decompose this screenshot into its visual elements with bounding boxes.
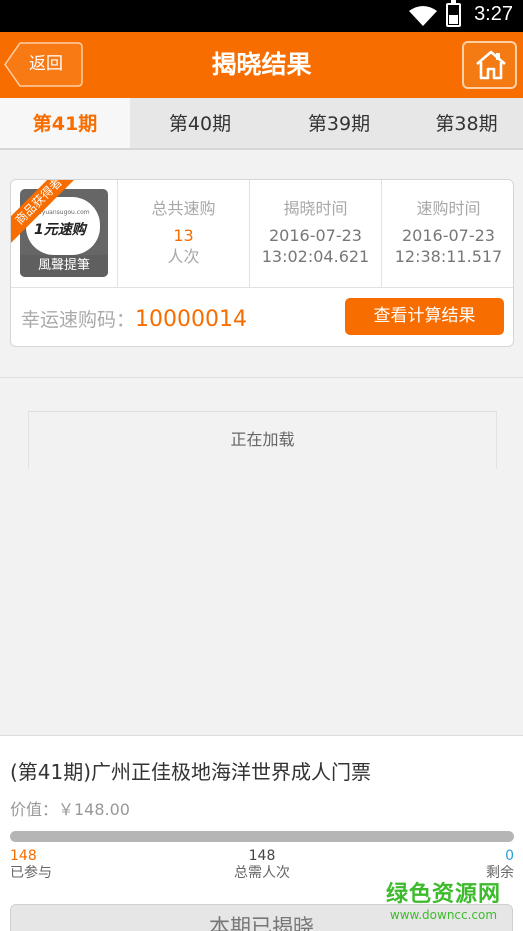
page-title: 揭晓结果 (211, 50, 312, 79)
status-bar: 3:27 (0, 0, 523, 32)
brand-logo-text: 1元速购 (34, 222, 86, 238)
status-time: 3:27 (474, 3, 513, 25)
app-header: 返回 揭晓结果 (0, 32, 523, 98)
total-buy-label: 总共速购 (151, 199, 216, 218)
joined-label: 已参与 (10, 865, 52, 881)
brand-logo-url: 1yuansugou.com (38, 209, 90, 216)
total-buy-unit: 人次 (167, 247, 200, 266)
winner-thumb-cell: 1yuansugou.com 1元速购 風聲提筆 (11, 180, 118, 287)
lucky-code-value: 10000014 (135, 307, 247, 332)
tab-period-39[interactable]: 第39期 (270, 98, 408, 148)
tab-period-38[interactable]: 第38期 (410, 98, 523, 148)
loading-indicator: 正在加载 (28, 411, 497, 469)
card-divider (11, 287, 513, 288)
total-needed-count: 148 (248, 848, 276, 864)
watermark-title: 绿色资源网 (385, 882, 501, 907)
lucky-code-label: 幸运速购码： (21, 309, 136, 331)
winner-name: 風聲提筆 (20, 255, 108, 277)
home-button[interactable] (462, 41, 517, 89)
period-tabs: 第41期 第40期 第39期 第38期 (0, 98, 523, 150)
total-buy-value: 13 (173, 226, 194, 245)
remaining-count: 0 (505, 848, 514, 864)
view-calculation-button[interactable]: 查看计算结果 (345, 298, 504, 335)
progress-fill (10, 831, 514, 842)
result-card: 1yuansugou.com 1元速购 風聲提筆 商品获得者 总共速购 13 人… (10, 179, 514, 347)
watermark-url: www.downcc.com (389, 908, 498, 922)
section-divider (0, 377, 523, 378)
product-title: (第41期)广州正佳极地海洋世界成人门票 (10, 760, 372, 784)
total-buy-column: 总共速购 13 人次 (118, 180, 250, 287)
joined-stat: 148 已参与 (10, 848, 52, 882)
participation-progress-bar (10, 831, 514, 842)
buy-date: 2016-07-23 (402, 226, 495, 245)
buy-time-column: 速购时间 2016-07-23 12:38:11.517 (382, 180, 513, 287)
buy-time: 12:38:11.517 (394, 247, 503, 266)
watermark: 绿色资源网 www.downcc.com (386, 876, 501, 922)
tab-period-41[interactable]: 第41期 (0, 98, 130, 148)
reveal-time: 13:02:04.621 (261, 247, 370, 266)
total-needed-stat: 148 总需人次 (232, 848, 292, 882)
reveal-time-label: 揭晓时间 (283, 199, 348, 218)
joined-count: 148 (10, 848, 37, 864)
lucky-code-row: 幸运速购码：10000014 (21, 305, 247, 332)
wifi-icon (409, 6, 437, 26)
total-needed-label: 总需人次 (234, 865, 290, 881)
reveal-time-column: 揭晓时间 2016-07-23 13:02:04.621 (250, 180, 382, 287)
product-price: 价值：￥148.00 (10, 800, 130, 819)
reveal-date: 2016-07-23 (269, 226, 362, 245)
tab-period-40[interactable]: 第40期 (132, 98, 268, 148)
home-icon (476, 50, 506, 80)
battery-icon (446, 0, 461, 27)
buy-time-label: 速购时间 (416, 199, 481, 218)
